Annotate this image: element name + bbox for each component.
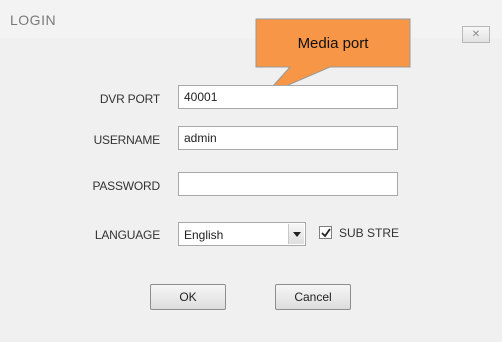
password-label: PASSWORD [92, 179, 160, 193]
language-selected-value: English [184, 228, 224, 242]
sub-stream-label: SUB STRE [339, 226, 400, 240]
dialog-title: LOGIN [10, 12, 57, 28]
close-icon: ✕ [471, 29, 481, 40]
ok-button[interactable]: OK [150, 284, 226, 310]
check-icon [320, 227, 331, 237]
cancel-button[interactable]: Cancel [275, 284, 351, 310]
username-label: USERNAME [93, 133, 161, 147]
callout-annotation [255, 18, 411, 96]
password-field[interactable] [178, 172, 398, 196]
login-dialog: LOGIN ✕ Media port DVR PORT USERNAME PAS… [0, 0, 502, 342]
language-select[interactable]: English [178, 222, 306, 246]
language-label: LANGUAGE [94, 228, 160, 242]
username-field[interactable] [178, 126, 398, 150]
sub-stream-checkbox[interactable] [319, 226, 332, 239]
close-button[interactable]: ✕ [462, 26, 490, 43]
callout-text: Media port [297, 34, 369, 52]
dvr-port-field[interactable] [178, 85, 398, 109]
dvr-port-label: DVR PORT [99, 92, 160, 106]
title-bar: LOGIN [0, 0, 502, 38]
chevron-down-icon[interactable] [288, 224, 304, 244]
